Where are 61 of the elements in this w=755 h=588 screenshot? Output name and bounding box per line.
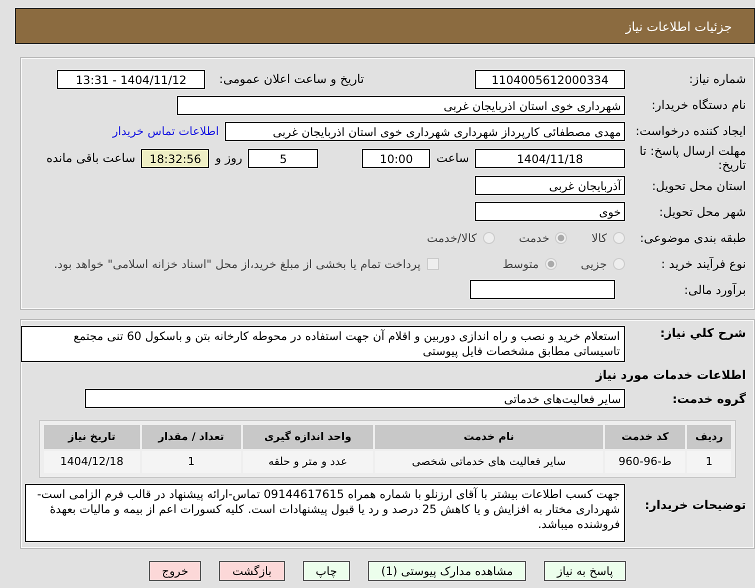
description-textarea: استعلام خرید و نصب و راه اندازی دوربین و اقلام آن جهت استفاده در محوطه کارخانه بتن و باسکول 60 تنی مجتمع تاسیساتی مطابق مشخصات فایل پیوستی — [21, 326, 625, 362]
field-label: تاریخ و ساعت اعلان عمومی: — [219, 72, 364, 86]
days-field: 5 — [248, 148, 318, 168]
radio-button[interactable] — [613, 258, 625, 270]
province-field: آذربایجان غربی — [475, 176, 625, 196]
action-button[interactable]: مشاهده مدارک پیوستی (1) — [368, 560, 526, 581]
table-cell: ط-96-960 — [604, 450, 686, 473]
field-label: شرح کلي نياز: — [659, 326, 747, 340]
action-button[interactable]: بازگشت — [219, 560, 285, 581]
announce-date-field: 1404/11/12 - 13:31 — [57, 70, 206, 88]
buyer-notes-textarea: جهت کسب اطلاعات بیشتر با آقای ارزنلو با شماره همراه 09144617615 تماس-ارائه پیشنهاد در قالب فرم الزامی است-شهرداری مختار به افزایش و یا کاهش 25 درصد و رد یا قبول پیشنهادات است. کلیه کسورات اعم از بیمه و مالیات بعهدهٔ فروشنده میباشد. — [25, 484, 625, 542]
column-header: ردیف — [687, 424, 731, 449]
days-label: روز و — [215, 151, 242, 166]
buyer-contact-link[interactable]: اطلاعات تماس خریدار — [112, 124, 219, 138]
field-label: نام دستگاه خریدار: — [650, 98, 747, 112]
checkbox-label: پرداخت تمام یا بخشی از مبلغ خرید،از محل "اسناد خزانه اسلامی" خواهد بود. — [54, 256, 421, 271]
field-label: شهر محل تحویل: — [658, 204, 747, 219]
city-field: خوی — [475, 202, 625, 222]
service-group-field: سایر فعالیت‌های خدماتی — [85, 389, 625, 408]
action-button[interactable]: پاسخ به نیاز — [544, 560, 626, 581]
column-header: تاریخ نیاز — [44, 424, 140, 449]
radio-label: جزیی — [580, 256, 607, 271]
radio-label: خدمت — [518, 230, 550, 245]
radio-button[interactable] — [482, 232, 495, 244]
field-label: استان محل تحویل: — [650, 178, 747, 193]
column-header: نام خدمت — [374, 424, 603, 449]
field-label: مهلت ارسال پاسخ: تا تاریخ: — [638, 144, 747, 173]
table-cell: 1404/12/18 — [44, 450, 140, 473]
field-label: توضیحات خریدار: — [644, 496, 747, 512]
buyer-org-field: شهرداری خوی استان اذربایجان غربی — [177, 96, 625, 114]
action-button[interactable]: خروج — [148, 560, 202, 581]
field-label: نوع فرآیند خرید : — [660, 256, 747, 271]
radio-button[interactable] — [555, 232, 568, 244]
requester-field: مهدی مصطفائی کارپرداز شهرداری شهرداری خوی استان اذربایجان غربی — [225, 122, 625, 140]
remaining-time-field: 18:32:56 — [141, 148, 210, 168]
column-header: واحد اندازه گیری — [242, 424, 373, 449]
field-label: برآورد مالی: — [683, 282, 747, 297]
field-label: ایجاد کننده درخواست: — [634, 124, 747, 138]
field-label: شماره نیاز: — [688, 72, 747, 86]
radio-label: متوسط — [502, 256, 539, 271]
column-header: تعداد / مقدار — [142, 424, 241, 449]
radio-button[interactable] — [544, 258, 557, 270]
field-label: طبقه بندی موضوعی: — [638, 230, 747, 245]
field-label: گروه خدمت: — [671, 392, 747, 406]
deadline-date-field: 1404/11/18 — [475, 148, 625, 168]
action-button[interactable]: چاپ — [302, 560, 350, 581]
column-header: کد خدمت — [604, 424, 686, 449]
radio-label: کالا/خدمت — [426, 230, 477, 245]
need-number-field: 1104005612000334 — [475, 70, 625, 88]
checkbox[interactable] — [426, 258, 439, 270]
table-cell: عدد و متر و حلقه — [242, 450, 373, 473]
table-cell: 1 — [142, 450, 241, 473]
deadline-time-field: 10:00 — [362, 148, 430, 168]
section-heading: اطلاعات خدمات مورد نياز — [594, 366, 747, 384]
radio-label: کالا — [591, 230, 607, 245]
page-title: جزئیات اطلاعات نیاز — [626, 18, 732, 34]
table-cell: سایر فعالیت های خدماتی شخصی — [374, 450, 603, 473]
time-label: ساعت — [436, 151, 469, 166]
table-cell: 1 — [687, 450, 731, 473]
remaining-label: ساعت باقی مانده — [46, 151, 136, 166]
radio-button[interactable] — [613, 232, 625, 244]
